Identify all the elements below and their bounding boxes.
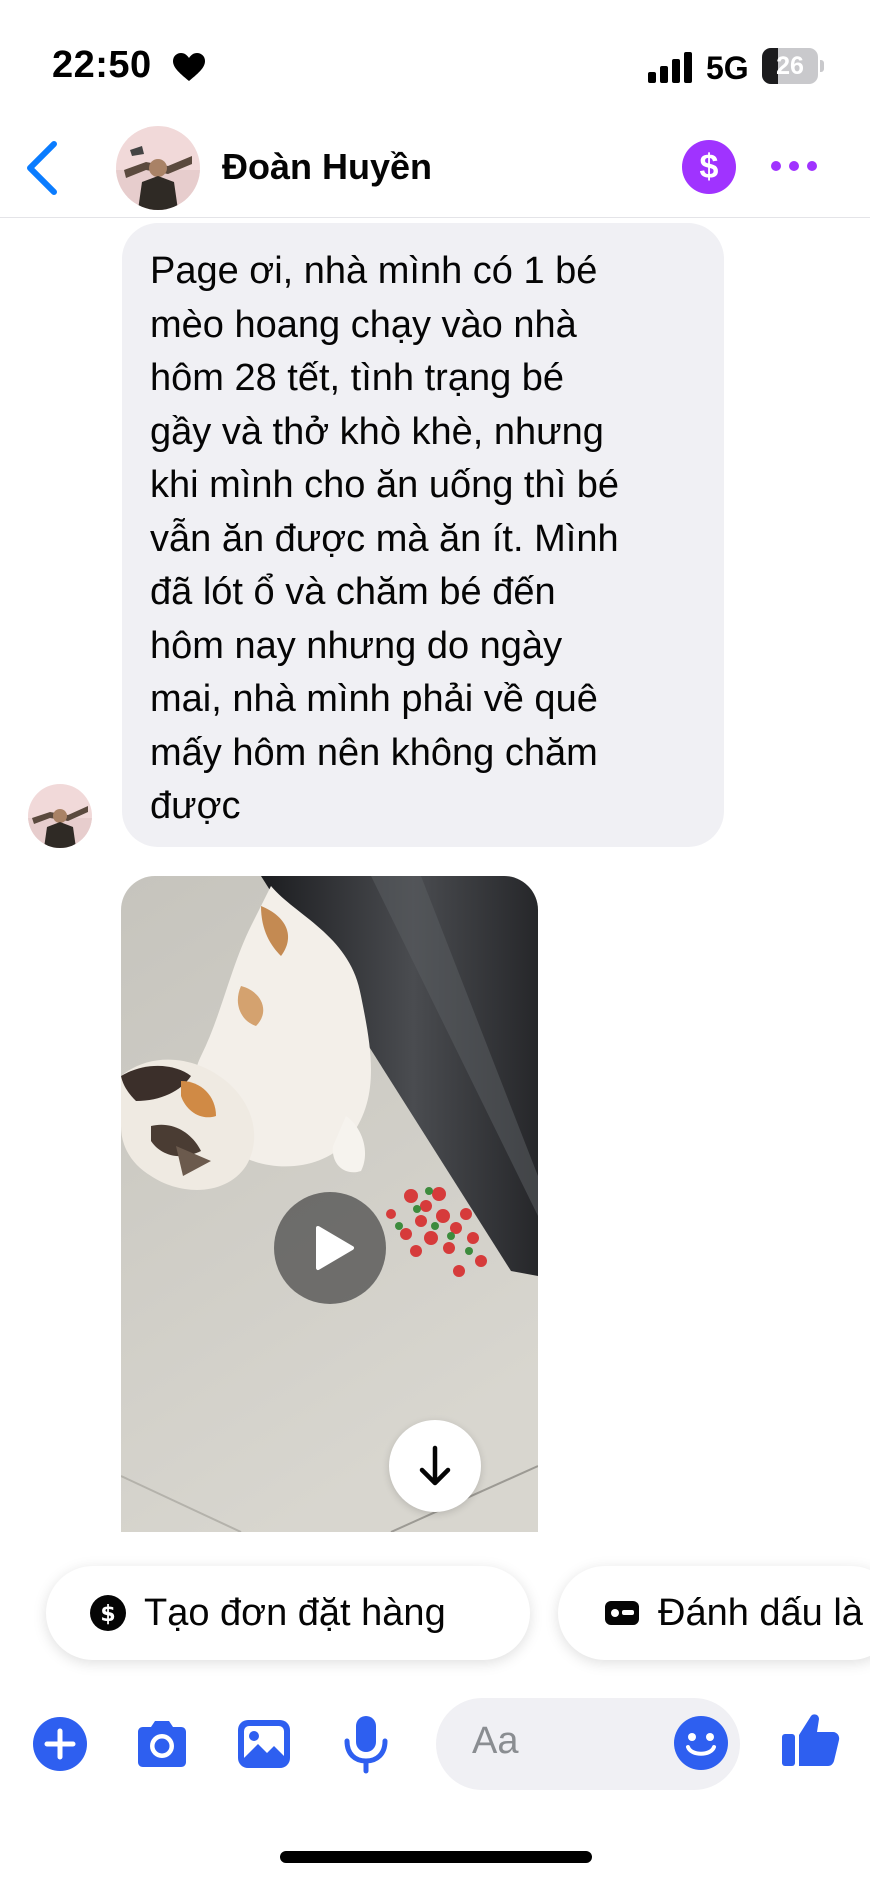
- incoming-message-bubble[interactable]: Page ơi, nhà mình có 1 bé mèo hoang chạy…: [122, 223, 724, 847]
- message-composer: Aa: [0, 1690, 870, 1800]
- dollar-circle-icon: $: [90, 1595, 126, 1631]
- more-options-button[interactable]: [764, 146, 824, 186]
- smiley-icon: [674, 1716, 728, 1770]
- status-bar: 22:50 5G 26: [0, 0, 870, 120]
- sender-avatar[interactable]: [28, 784, 92, 848]
- contact-avatar[interactable]: [116, 126, 200, 210]
- like-button[interactable]: [778, 1708, 842, 1772]
- mark-as-label: Đánh dấu là: [658, 1591, 863, 1634]
- image-icon: [238, 1720, 290, 1768]
- plus-circle-icon: [33, 1717, 87, 1771]
- cellular-signal-icon: [648, 52, 692, 83]
- svg-text:$: $: [100, 1602, 115, 1627]
- create-order-chip[interactable]: $ Tạo đơn đặt hàng: [46, 1566, 530, 1660]
- play-button[interactable]: [274, 1192, 386, 1304]
- message-input[interactable]: Aa: [436, 1698, 740, 1790]
- contact-name[interactable]: Đoàn Huyền: [222, 146, 432, 188]
- payment-button[interactable]: $: [682, 140, 736, 194]
- video-attachment[interactable]: [121, 876, 538, 1532]
- tag-card-icon: [605, 1601, 639, 1625]
- battery-icon: 26: [762, 48, 824, 84]
- more-dots-icon: [771, 161, 817, 171]
- chevron-left-icon: [27, 141, 57, 195]
- emoji-button[interactable]: [672, 1714, 730, 1772]
- status-time: 22:50: [52, 44, 152, 86]
- gallery-button[interactable]: [234, 1714, 294, 1774]
- home-indicator: [280, 1851, 592, 1863]
- heart-icon: [173, 53, 205, 81]
- camera-button[interactable]: [132, 1714, 192, 1774]
- thumbs-up-icon: [782, 1714, 840, 1766]
- mark-as-chip[interactable]: Đánh dấu là: [558, 1566, 870, 1660]
- battery-level: 26: [776, 52, 804, 80]
- create-order-label: Tạo đơn đặt hàng: [144, 1591, 446, 1634]
- camera-icon: [138, 1721, 186, 1767]
- voice-message-button[interactable]: [336, 1714, 396, 1774]
- download-button[interactable]: [389, 1420, 481, 1512]
- quick-reply-bar: $ Tạo đơn đặt hàng Đánh dấu là: [0, 1562, 870, 1662]
- play-icon: [316, 1226, 354, 1270]
- message-text: Page ơi, nhà mình có 1 bé mèo hoang chạy…: [150, 250, 619, 827]
- arrow-down-icon: [419, 1445, 451, 1486]
- microphone-icon: [344, 1716, 388, 1774]
- chat-header: Đoàn Huyền $: [0, 120, 870, 218]
- message-input-placeholder: Aa: [472, 1720, 519, 1762]
- back-button[interactable]: [14, 134, 74, 202]
- network-type: 5G: [706, 50, 749, 86]
- more-actions-button[interactable]: [30, 1714, 90, 1774]
